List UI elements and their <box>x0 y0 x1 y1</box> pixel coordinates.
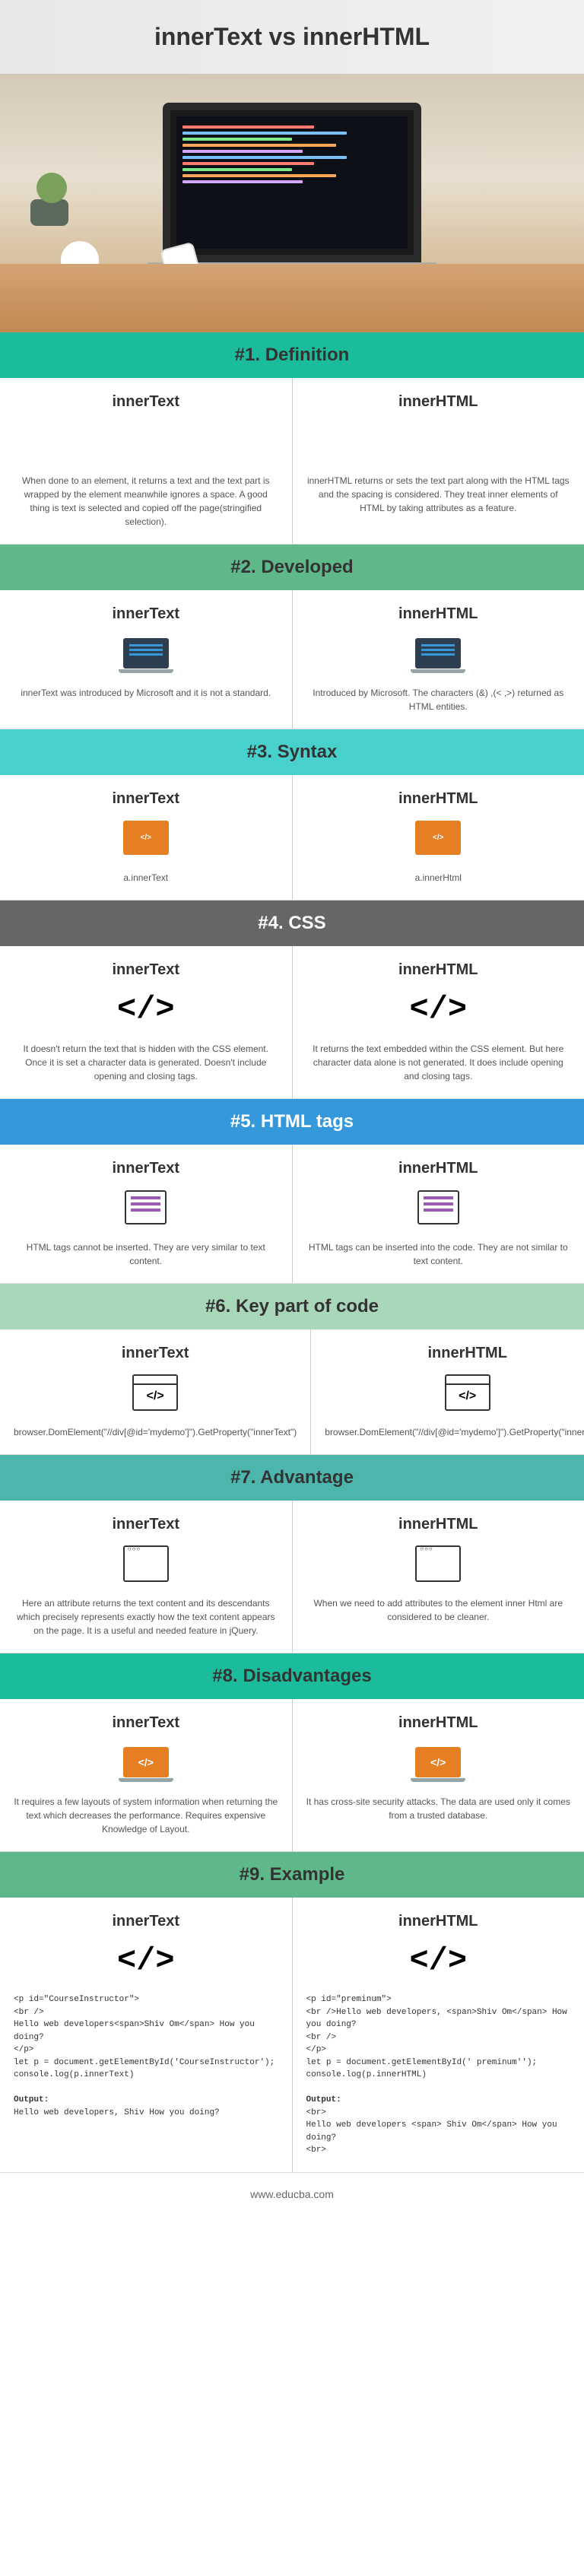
column-heading: innerText <box>14 790 278 808</box>
column-text: innerHTML returns or sets the text part … <box>306 474 571 515</box>
column-heading: innerText <box>14 1345 297 1362</box>
section-icon <box>119 632 173 674</box>
comparison-row: innerText a.innerText innerHTML a.innerHtml <box>0 775 584 900</box>
column-heading: innerText <box>14 1516 278 1533</box>
column-heading: innerText <box>14 1160 278 1177</box>
section-icon: </> <box>411 1939 465 1981</box>
page-header: innerText vs innerHTML <box>0 0 584 74</box>
column-left: innerText </> It doesn't return the text t… <box>0 946 293 1098</box>
column-right: innerHTML </> <p id="preminum"> <br />Hell… <box>293 1898 584 2172</box>
column-text: Introduced by Microsoft. The characters … <box>306 686 571 713</box>
comparison-row: innerText innerText was introduced by Mic… <box>0 590 584 729</box>
column-text: innerText was introduced by Microsoft an… <box>14 686 278 700</box>
column-text: When we need to add attributes to the el… <box>306 1596 571 1624</box>
column-heading: innerHTML <box>306 393 571 411</box>
column-text: browser.DomElement("//div[@id='mydemo']"… <box>325 1425 584 1439</box>
comparison-row: innerText </> It doesn't return the text t… <box>0 946 584 1099</box>
column-text: a.innerHtml <box>306 871 571 885</box>
section-icon <box>411 1741 465 1783</box>
column-heading: innerHTML <box>306 790 571 808</box>
column-right: innerHTML When we need to add attributes … <box>293 1501 584 1653</box>
column-left: innerText When done to an element, it ret… <box>0 378 293 544</box>
column-heading: innerText <box>14 961 278 979</box>
column-text: Here an attribute returns the text conte… <box>14 1596 278 1637</box>
section-header-9: #9. Example <box>0 1852 584 1898</box>
comparison-row: innerText It requires a few layouts of sy… <box>0 1699 584 1852</box>
section-icon <box>441 1371 494 1413</box>
section-icon <box>119 1741 173 1783</box>
column-heading: innerHTML <box>325 1345 584 1362</box>
section-icon <box>119 420 173 462</box>
column-left: innerText HTML tags cannot be inserted. T… <box>0 1145 293 1283</box>
column-text: HTML tags cannot be inserted. They are v… <box>14 1240 278 1268</box>
column-text: HTML tags can be inserted into the code.… <box>306 1240 571 1268</box>
column-right: innerHTML a.innerHtml <box>293 775 584 900</box>
column-right: innerHTML Introduced by Microsoft. The ch… <box>293 590 584 729</box>
hero-image <box>0 74 584 332</box>
column-heading: innerHTML <box>306 605 571 623</box>
section-header-5: #5. HTML tags <box>0 1099 584 1145</box>
page-title: innerText vs innerHTML <box>15 23 569 51</box>
column-heading: innerHTML <box>306 961 571 979</box>
section-header-7: #7. Advantage <box>0 1455 584 1501</box>
column-right: innerHTML browser.DomElement("//div[@id='… <box>311 1329 584 1454</box>
column-text: When done to an element, it returns a te… <box>14 474 278 529</box>
column-left: innerText It requires a few layouts of sy… <box>0 1699 293 1851</box>
section-icon <box>129 1371 182 1413</box>
section-icon <box>411 817 465 859</box>
column-heading: innerText <box>14 1913 278 1930</box>
section-icon: </> <box>119 988 173 1030</box>
comparison-row: innerText Here an attribute returns the t… <box>0 1501 584 1653</box>
column-heading: innerText <box>14 605 278 623</box>
column-left: innerText a.innerText <box>0 775 293 900</box>
comparison-row: innerText HTML tags cannot be inserted. T… <box>0 1145 584 1284</box>
code-example: <p id="preminum"> <br />Hello web develo… <box>306 1993 571 2157</box>
column-text: a.innerText <box>14 871 278 885</box>
section-icon <box>119 1186 173 1228</box>
code-example: <p id="CourseInstructor"> <br /> Hello w… <box>14 1993 278 2119</box>
column-left: innerText Here an attribute returns the t… <box>0 1501 293 1653</box>
column-heading: innerHTML <box>306 1160 571 1177</box>
column-left: innerText innerText was introduced by Mic… <box>0 590 293 729</box>
section-header-2: #2. Developed <box>0 545 584 590</box>
column-text: It returns the text embedded within the … <box>306 1042 571 1083</box>
column-text: browser.DomElement("//div[@id='mydemo']"… <box>14 1425 297 1439</box>
section-icon: </> <box>411 988 465 1030</box>
comparison-row: innerText When done to an element, it ret… <box>0 378 584 545</box>
column-text: It doesn't return the text that is hidde… <box>14 1042 278 1083</box>
column-left: innerText browser.DomElement("//div[@id='… <box>0 1329 311 1454</box>
column-heading: innerText <box>14 393 278 411</box>
section-icon <box>411 1542 465 1584</box>
section-header-6: #6. Key part of code <box>0 1284 584 1329</box>
section-icon: </> <box>119 1939 173 1981</box>
footer-url: www.educba.com <box>0 2173 584 2215</box>
comparison-row: innerText browser.DomElement("//div[@id='… <box>0 1329 584 1455</box>
column-heading: innerHTML <box>306 1714 571 1732</box>
column-heading: innerHTML <box>306 1913 571 1930</box>
column-left: innerText </> <p id="CourseInstructor"> <b… <box>0 1898 293 2172</box>
section-icon <box>411 632 465 674</box>
section-icon <box>411 1186 465 1228</box>
section-header-4: #4. CSS <box>0 900 584 946</box>
section-header-3: #3. Syntax <box>0 729 584 775</box>
comparison-row: innerText </> <p id="CourseInstructor"> <b… <box>0 1898 584 2173</box>
section-header-1: #1. Definition <box>0 332 584 378</box>
column-text: It requires a few layouts of system info… <box>14 1795 278 1836</box>
section-icon <box>119 1542 173 1584</box>
column-text: It has cross-site security attacks. The … <box>306 1795 571 1822</box>
section-header-8: #8. Disadvantages <box>0 1653 584 1699</box>
column-right: innerHTML HTML tags can be inserted into … <box>293 1145 584 1283</box>
column-right: innerHTML It has cross-site security atta… <box>293 1699 584 1851</box>
section-icon <box>119 817 173 859</box>
column-right: innerHTML </> It returns the text embedded… <box>293 946 584 1098</box>
column-heading: innerHTML <box>306 1516 571 1533</box>
section-icon <box>411 420 465 462</box>
column-heading: innerText <box>14 1714 278 1732</box>
column-right: innerHTML innerHTML returns or sets the t… <box>293 378 584 544</box>
